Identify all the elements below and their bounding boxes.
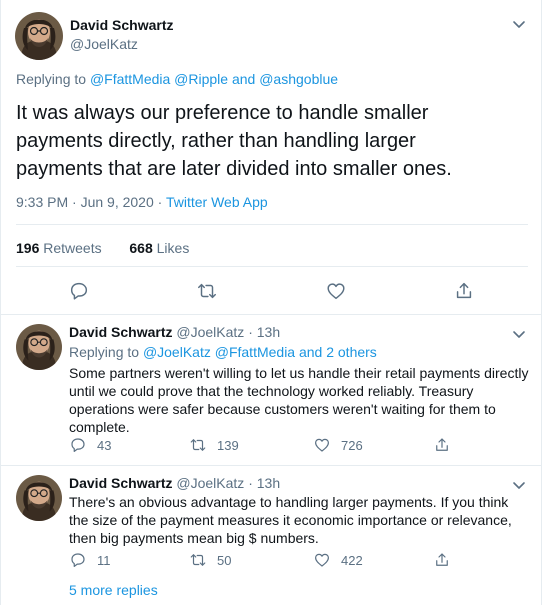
retweet-action[interactable]: 139: [189, 436, 239, 454]
tweet-text: It was always our preference to handle s…: [16, 102, 452, 180]
reply-icon[interactable]: [68, 280, 90, 302]
share-icon: [436, 553, 448, 566]
divider: [16, 266, 528, 267]
author-handle[interactable]: @JoelKatz: [176, 475, 244, 491]
chevron-down-icon[interactable]: [509, 475, 529, 495]
avatar[interactable]: [15, 12, 63, 60]
chevron-down-icon[interactable]: [509, 324, 529, 344]
likes-label: Likes: [156, 240, 190, 256]
tweet-actions: [1, 276, 542, 306]
reply-action[interactable]: 11: [69, 551, 111, 569]
retweets-count: 196: [16, 240, 40, 256]
reply-time[interactable]: 13h: [257, 324, 280, 340]
reply-tweet[interactable]: David Schwartz @JoelKatz · 13h Replying …: [1, 324, 542, 464]
like-action[interactable]: 422: [313, 551, 363, 569]
replying-prefix: Replying to: [69, 344, 140, 360]
reply-count: 11: [97, 552, 111, 568]
main-tweet: David Schwartz @JoelKatz Replying to @Ff…: [1, 0, 542, 314]
tweet-thread: David Schwartz @JoelKatz Replying to @Ff…: [0, 0, 542, 605]
chevron-down-icon[interactable]: [509, 14, 529, 34]
reply-text: Some partners weren't willing to let us …: [69, 365, 529, 435]
reply-actions: 11 50 422: [69, 551, 489, 571]
retweet-icon: [190, 554, 206, 566]
author-handle[interactable]: @JoelKatz: [70, 36, 138, 52]
retweet-icon[interactable]: [196, 280, 218, 302]
replying-prefix: Replying to: [16, 71, 87, 87]
like-action[interactable]: 726: [313, 436, 363, 454]
likes-stat[interactable]: 668 Likes: [129, 240, 189, 256]
reply-icon: [71, 438, 85, 452]
more-replies-link[interactable]: 5 more replies: [69, 582, 158, 598]
share-icon: [436, 438, 448, 451]
replying-to-links[interactable]: @JoelKatz @FfattMedia and 2 others: [143, 344, 377, 360]
divider: [16, 224, 528, 225]
reply-icon: [71, 553, 85, 567]
author-name[interactable]: David Schwartz: [69, 475, 172, 491]
likes-count: 668: [129, 240, 153, 256]
tweet-time[interactable]: 9:33 PM · Jun 9, 2020: [16, 194, 154, 210]
reply-count: 43: [97, 437, 112, 453]
share-icon[interactable]: [453, 280, 475, 302]
like-icon[interactable]: [325, 280, 347, 302]
retweet-action[interactable]: 50: [189, 551, 231, 569]
reply-tweet[interactable]: David Schwartz @JoelKatz · 13h There's a…: [1, 475, 542, 575]
reply-time[interactable]: 13h: [257, 475, 280, 491]
like-count: 726: [341, 437, 363, 453]
share-action[interactable]: [433, 551, 461, 569]
like-count: 422: [341, 552, 363, 568]
meta-separator: ·: [157, 194, 163, 210]
like-icon: [315, 438, 329, 452]
replying-to: Replying to @JoelKatz @FfattMedia and 2 …: [69, 344, 377, 360]
tweet-source[interactable]: Twitter Web App: [166, 194, 268, 210]
header-separator: ·: [248, 475, 253, 491]
author-name[interactable]: David Schwartz: [70, 17, 173, 33]
retweets-stat[interactable]: 196 Retweets: [16, 240, 102, 256]
retweets-label: Retweets: [43, 240, 102, 256]
replying-to: Replying to @FfattMedia @Ripple and @ash…: [16, 71, 338, 87]
reply-header: David Schwartz @JoelKatz · 13h: [69, 475, 280, 491]
reply-text: There's an obvious advantage to handling…: [69, 494, 512, 546]
avatar[interactable]: [16, 475, 62, 521]
reply-actions: 43 139 726: [69, 436, 489, 456]
retweet-icon: [190, 439, 206, 451]
tweet-meta: 9:33 PM · Jun 9, 2020 · Twitter Web App: [16, 194, 268, 210]
like-icon: [315, 553, 329, 567]
retweet-count: 139: [217, 437, 239, 453]
header-separator: ·: [248, 324, 253, 340]
engagement-counts: 196 Retweets 668 Likes: [16, 240, 189, 256]
retweet-count: 50: [217, 552, 232, 568]
share-action[interactable]: [433, 436, 461, 454]
avatar[interactable]: [16, 324, 62, 370]
reply-header: David Schwartz @JoelKatz · 13h: [69, 324, 280, 340]
divider: [1, 314, 541, 315]
divider: [1, 465, 541, 466]
author-name[interactable]: David Schwartz: [69, 324, 172, 340]
author-handle[interactable]: @JoelKatz: [176, 324, 244, 340]
replying-to-links[interactable]: @FfattMedia @Ripple and @ashgoblue: [90, 71, 338, 87]
reply-action[interactable]: 43: [69, 436, 111, 454]
